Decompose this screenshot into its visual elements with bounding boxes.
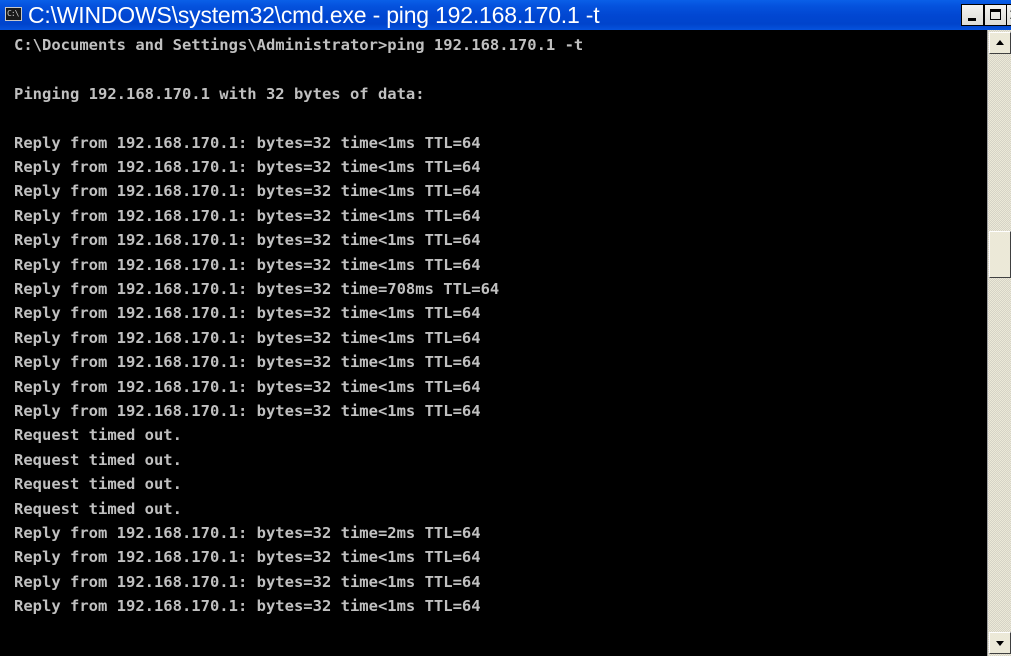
console-line: Request timed out.	[14, 499, 182, 518]
scroll-up-button[interactable]	[989, 32, 1011, 54]
maximize-icon	[990, 9, 1001, 20]
scroll-down-button[interactable]	[989, 632, 1011, 654]
console-line: Reply from 192.168.170.1: bytes=32 time<…	[14, 255, 481, 274]
console-line: Reply from 192.168.170.1: bytes=32 time<…	[14, 597, 481, 616]
minimize-icon	[968, 18, 976, 21]
console-line: Reply from 192.168.170.1: bytes=32 time=…	[14, 524, 481, 542]
console-line: Request timed out.	[14, 450, 182, 469]
console-line: Request timed out.	[14, 475, 182, 494]
console-line: Reply from 192.168.170.1: bytes=32 time<…	[14, 402, 481, 420]
title-bar[interactable]: C:\ C:\WINDOWS\system32\cmd.exe - ping 1…	[0, 0, 1011, 30]
console-line: Reply from 192.168.170.1: bytes=32 time<…	[14, 353, 481, 372]
console-line: Reply from 192.168.170.1: bytes=32 time<…	[14, 548, 481, 567]
scroll-down-arrow-icon	[996, 641, 1004, 646]
cmd-window: C:\ C:\WINDOWS\system32\cmd.exe - ping 1…	[0, 0, 1011, 656]
console-line: Reply from 192.168.170.1: bytes=32 time=…	[14, 280, 500, 298]
console-output[interactable]: C:\Documents and Settings\Administrator>…	[0, 30, 987, 656]
console-line: Reply from 192.168.170.1: bytes=32 time<…	[14, 158, 481, 176]
maximize-button[interactable]	[984, 4, 1007, 26]
console-line: Reply from 192.168.170.1: bytes=32 time<…	[14, 304, 481, 323]
console-line: Reply from 192.168.170.1: bytes=32 time<…	[14, 206, 481, 225]
console-line: Reply from 192.168.170.1: bytes=32 time<…	[14, 133, 481, 152]
vertical-scrollbar[interactable]	[987, 30, 1011, 656]
window-title: C:\WINDOWS\system32\cmd.exe - ping 192.1…	[28, 2, 600, 28]
console-line: Request timed out.	[14, 426, 182, 445]
scroll-up-arrow-icon	[996, 40, 1004, 45]
console-line: Reply from 192.168.170.1: bytes=32 time<…	[14, 572, 481, 591]
cmd-icon-glyph: C:\	[7, 9, 19, 18]
console-line: Reply from 192.168.170.1: bytes=32 time<…	[14, 328, 481, 347]
minimize-button[interactable]	[961, 4, 984, 26]
console-line: Reply from 192.168.170.1: bytes=32 time<…	[14, 377, 481, 396]
close-button[interactable]: ×	[1006, 4, 1011, 26]
console-line: C:\Documents and Settings\Administrator>…	[14, 36, 584, 54]
console-line: Reply from 192.168.170.1: bytes=32 time<…	[14, 182, 481, 201]
console-line: Pinging 192.168.170.1 with 32 bytes of d…	[14, 84, 425, 103]
cmd-icon[interactable]: C:\	[5, 7, 22, 21]
scrollbar-thumb[interactable]	[989, 231, 1011, 278]
console-line: Reply from 192.168.170.1: bytes=32 time<…	[14, 231, 481, 250]
